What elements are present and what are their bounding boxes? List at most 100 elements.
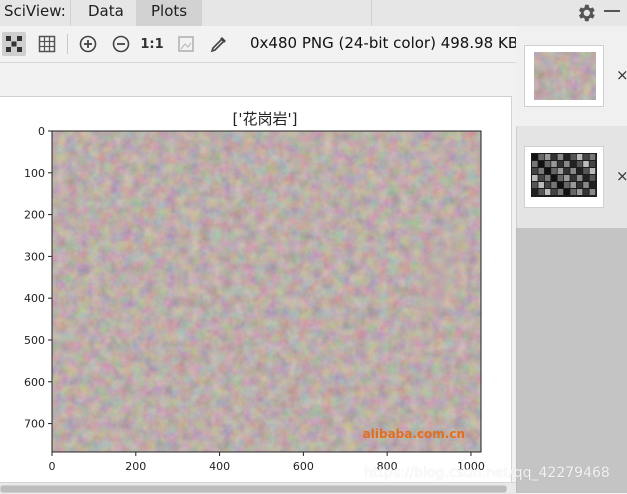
- thumbnail-cell: [544, 168, 551, 174]
- fit-to-window-button[interactable]: [2, 32, 26, 56]
- thumbnail-cell: [589, 168, 596, 174]
- close-icon[interactable]: ×: [616, 68, 627, 83]
- thumbnail-cell: [570, 182, 576, 188]
- thumbnail-cell: [532, 189, 538, 195]
- thumbnail-cell: [551, 175, 557, 181]
- zoom-out-icon: [112, 35, 130, 53]
- gear-icon[interactable]: [575, 0, 599, 24]
- x-tick-label: 200: [125, 460, 146, 473]
- x-tick-label: 400: [209, 460, 230, 473]
- thumbnail-cell: [532, 175, 538, 181]
- thumbnail-cell: [583, 154, 589, 160]
- thumbnail-cell: [576, 189, 583, 195]
- thumbnail-cell: [551, 182, 557, 188]
- thumbnail-cell: [583, 182, 589, 188]
- thumbnail-cell: [544, 182, 551, 188]
- y-tick-label: 400: [24, 292, 45, 305]
- y-tick-label: 700: [24, 418, 45, 431]
- plot-title: ['花岗岩']: [233, 110, 298, 128]
- zoom-in-icon: [79, 35, 97, 53]
- plot-panel: ['花岗岩'] alibaba.com.cn 0 200 400 600 800 1000…: [0, 96, 512, 483]
- plot-figure: ['花岗岩'] alibaba.com.cn 0 200 400 600 800 1000…: [24, 110, 485, 473]
- y-tick-label: 100: [24, 167, 45, 180]
- thumbnail-cell: [557, 189, 564, 195]
- thumbnail-cell: [576, 182, 583, 188]
- thumbnail-cell: [532, 182, 538, 188]
- thumbnail-cell: [557, 168, 564, 174]
- thumbnail-cell: [564, 182, 570, 188]
- zoom-in-button[interactable]: [76, 32, 100, 56]
- scrollbar-thumb[interactable]: [0, 485, 507, 493]
- thumbnail-cell: [589, 161, 596, 167]
- actual-size-label: 1:1: [140, 36, 164, 52]
- thumbnail-image: [531, 153, 597, 197]
- thumbnail-cell: [551, 168, 557, 174]
- thumbnail-cell: [576, 161, 583, 167]
- thumbnail-cell: [564, 161, 570, 167]
- thumbnail-cell: [583, 189, 589, 195]
- y-tick-label: 600: [24, 376, 45, 389]
- thumbnail-cell: [583, 168, 589, 174]
- y-axis: 0 100 200 300 400 500 600 700: [24, 125, 52, 431]
- plot-toolbar: 1:1 0x480 PNG (24-bit color) 498.98 KB: [0, 26, 519, 63]
- grid-icon: [38, 35, 56, 53]
- thumbnail-cell: [583, 161, 589, 167]
- color-picker-button[interactable]: [207, 32, 231, 56]
- thumbnail-cell: [538, 154, 544, 160]
- sciview-label: SciView:: [4, 2, 66, 20]
- background-button[interactable]: [174, 32, 198, 56]
- y-tick-label: 0: [38, 125, 45, 138]
- image-watermark: alibaba.com.cn: [363, 427, 465, 441]
- thumbnail-cell: [570, 189, 576, 195]
- actual-size-button[interactable]: 1:1: [140, 32, 164, 56]
- thumbnail-cell: [551, 189, 557, 195]
- tool-window-tabbar: SciView: Data Plots: [0, 0, 627, 27]
- thumbnail-grayscale-grid-plot[interactable]: [524, 146, 604, 208]
- zoom-out-button[interactable]: [109, 32, 133, 56]
- thumbnail-cell: [551, 154, 557, 160]
- thumbnail-cell: [564, 189, 570, 195]
- watermark-text: https://blog.csdn.net/qq_42279468: [364, 465, 610, 481]
- eyedropper-icon: [210, 37, 226, 53]
- thumbnail-cell: [589, 189, 596, 195]
- close-icon[interactable]: ×: [616, 169, 627, 184]
- thumbnail-cell: [576, 154, 583, 160]
- thumbnail-cell: [544, 189, 551, 195]
- tab-separator: [371, 0, 372, 26]
- y-tick-label: 300: [24, 250, 45, 263]
- thumbnail-cell: [570, 168, 576, 174]
- grid-dots-icon: [6, 36, 22, 52]
- thumbnail-cell: [570, 154, 576, 160]
- thumbnail-cell: [589, 182, 596, 188]
- thumbnail-cell: [538, 189, 544, 195]
- thumbnail-cell: [564, 168, 570, 174]
- show-grid-button[interactable]: [35, 32, 59, 56]
- thumbnail-cell: [557, 161, 564, 167]
- thumbnail-cell: [570, 175, 576, 181]
- toolbar-separator: [67, 34, 68, 54]
- x-tick-label: 0: [49, 460, 56, 473]
- thumbnail-cell: [538, 161, 544, 167]
- thumbnail-cell: [538, 175, 544, 181]
- tab-plots-label: Plots: [151, 2, 188, 20]
- thumbnail-image: [534, 52, 596, 100]
- thumbnail-cell: [576, 168, 583, 174]
- thumbnail-panel-empty: [516, 228, 627, 493]
- thumbnail-cell: [544, 175, 551, 181]
- tab-data[interactable]: Data: [88, 2, 124, 20]
- thumbnail-cell: [589, 154, 596, 160]
- image-frame-icon: [178, 36, 194, 52]
- y-tick-label: 500: [24, 334, 45, 347]
- thumbnail-cell: [576, 175, 583, 181]
- thumbnail-cell: [564, 154, 570, 160]
- thumbnail-cell: [532, 161, 538, 167]
- horizontal-scrollbar[interactable]: [0, 482, 516, 494]
- thumbnail-cell: [538, 168, 544, 174]
- thumbnail-cell: [583, 175, 589, 181]
- image-info-text: 0x480 PNG (24-bit color) 498.98 KB: [250, 34, 519, 52]
- thumbnail-cell: [544, 161, 551, 167]
- tab-plots[interactable]: Plots: [136, 0, 202, 26]
- x-tick-label: 600: [293, 460, 314, 473]
- thumbnail-granite-plot[interactable]: [524, 45, 604, 107]
- minimize-icon[interactable]: [604, 10, 620, 12]
